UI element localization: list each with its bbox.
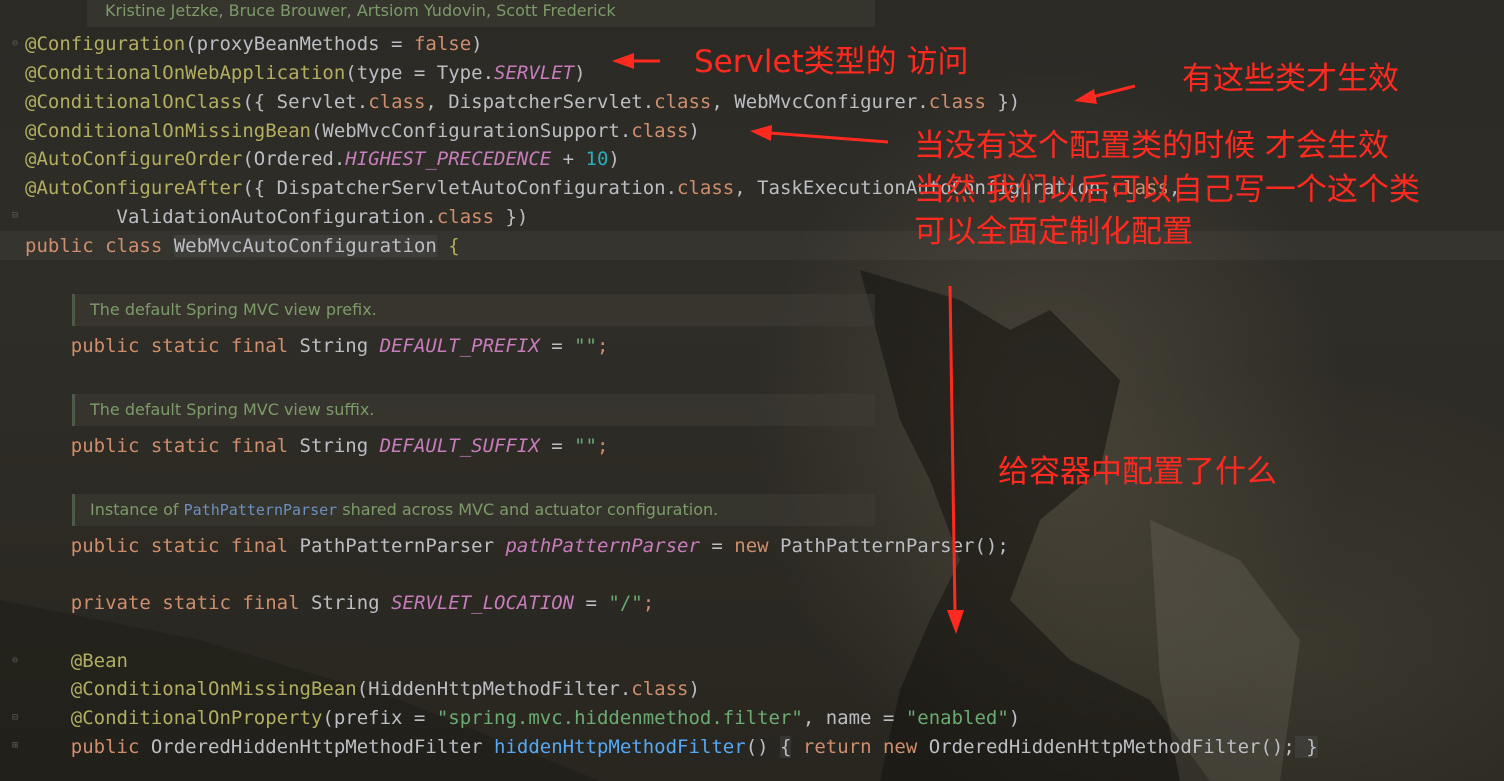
annotation-arrows [612,53,1136,634]
arrow-left-icon [612,53,660,69]
arrow-down-icon [947,285,964,634]
arrow-left-icon [750,125,889,144]
arrow-left-icon [1074,84,1136,104]
